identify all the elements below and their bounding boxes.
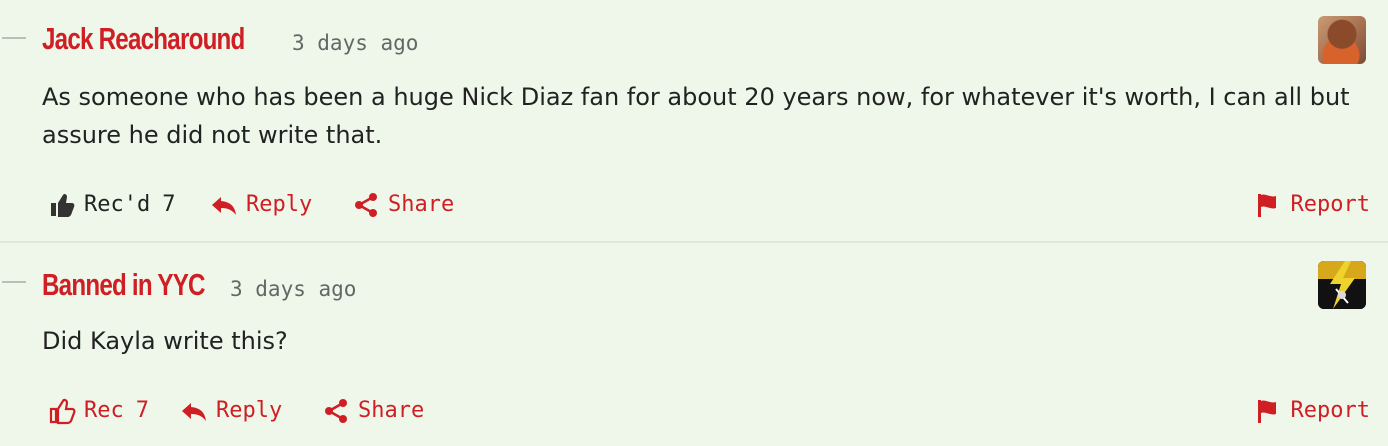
comment-body: Did Kayla write this? [42, 327, 288, 355]
comment-author[interactable]: Jack Reacharound [42, 19, 245, 59]
report-button[interactable]: Report [1255, 397, 1370, 425]
comment-author[interactable]: Banned in YYC [42, 265, 206, 305]
comment-body: As someone who has been a huge Nick Diaz… [42, 83, 1350, 149]
reply-button[interactable]: Reply [210, 191, 312, 219]
thumbs-up-outline-icon [48, 397, 76, 425]
reply-button[interactable]: Reply [180, 397, 282, 425]
comment-timestamp: 3 days ago [230, 277, 357, 301]
report-label: Report [1290, 398, 1370, 423]
user-avatar[interactable] [1318, 16, 1366, 64]
report-button[interactable]: Report [1255, 191, 1370, 219]
rec-button[interactable]: Rec 7 [48, 397, 149, 425]
reply-arrow-icon [180, 397, 208, 425]
rec-label: Rec'd [84, 192, 151, 217]
rec-count: 7 [135, 398, 149, 423]
user-avatar[interactable] [1318, 261, 1366, 309]
flag-icon [1255, 191, 1283, 219]
collapse-thread-line[interactable] [2, 281, 26, 283]
reply-label: Reply [216, 398, 283, 423]
share-button[interactable]: Share [352, 191, 454, 219]
flag-icon [1255, 397, 1283, 425]
rec-label: Rec [84, 398, 124, 423]
thumbs-up-filled-icon [48, 191, 76, 219]
collapse-thread-line[interactable] [2, 37, 26, 39]
lightning-bolt-avatar-icon [1318, 261, 1366, 309]
comment-card: Jack Reacharound 3 days ago As someone w… [0, 0, 1388, 242]
rec-button[interactable]: Rec'd 7 [48, 191, 175, 219]
share-label: Share [388, 192, 455, 217]
rec-count: 7 [162, 192, 176, 217]
share-label: Share [358, 398, 425, 423]
share-nodes-icon [352, 191, 380, 219]
comment-card: Banned in YYC 3 days ago Did Kayla write… [0, 243, 1388, 446]
comment-timestamp: 3 days ago [292, 31, 419, 55]
share-nodes-icon [322, 397, 350, 425]
reply-label: Reply [246, 192, 313, 217]
report-label: Report [1290, 192, 1370, 217]
share-button[interactable]: Share [322, 397, 424, 425]
reply-arrow-icon [210, 191, 238, 219]
